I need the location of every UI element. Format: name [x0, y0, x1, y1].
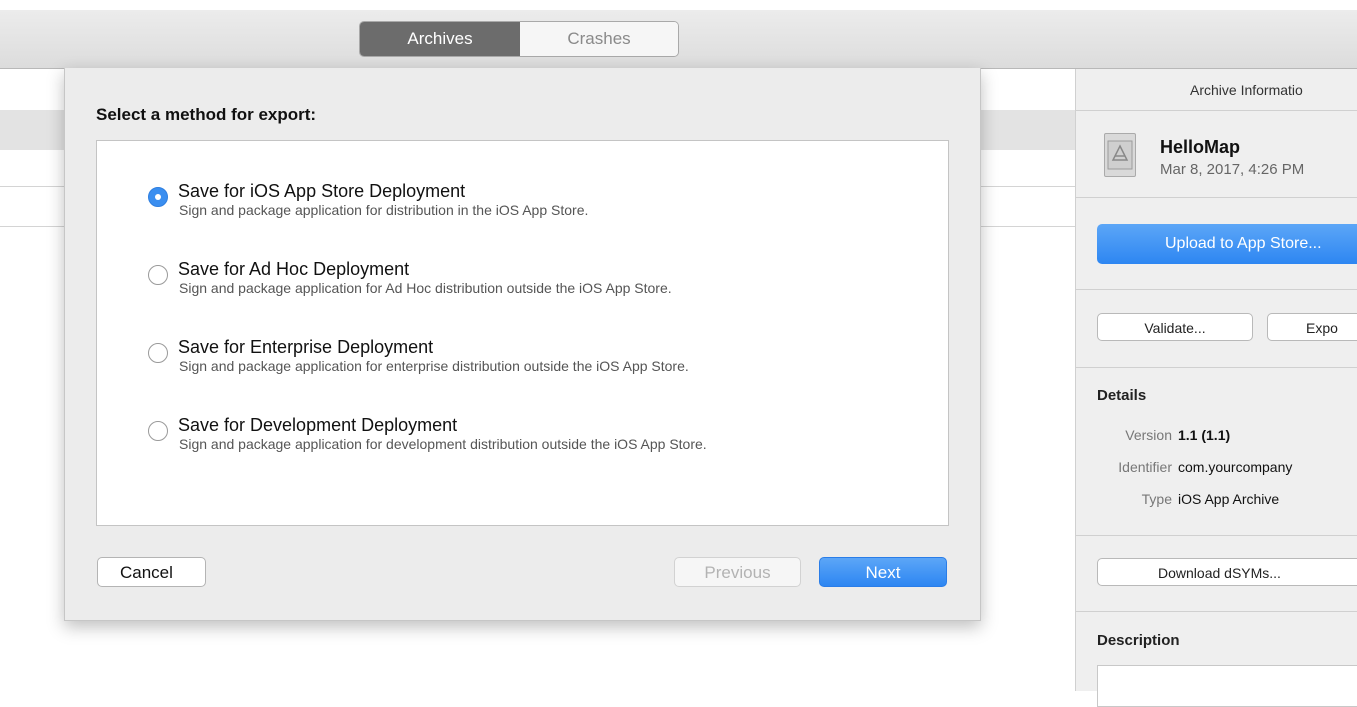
export-button[interactable]: Expo: [1267, 313, 1357, 341]
tab-crashes[interactable]: Crashes: [520, 22, 678, 56]
view-segmented-control: Archives Crashes: [359, 21, 679, 57]
app-name: HelloMap: [1160, 137, 1241, 157]
radio-enterprise[interactable]: [148, 343, 168, 363]
sheet-title: Select a method for export:: [96, 105, 317, 124]
option-description: Sign and package application for Ad Hoc …: [179, 280, 672, 296]
identifier-row: Identifier com.yourcompany: [1022, 459, 1292, 475]
identifier-value: com.yourcompany: [1178, 459, 1293, 475]
cancel-button[interactable]: Cancel: [97, 557, 206, 587]
description-field[interactable]: [1097, 665, 1357, 707]
option-description: Sign and package application for distrib…: [179, 202, 589, 218]
option-label[interactable]: Save for iOS App Store Deployment: [178, 181, 465, 202]
version-row: Version 1.1 (1.1): [1022, 427, 1230, 443]
type-value: iOS App Archive: [1178, 491, 1280, 507]
radio-development[interactable]: [148, 421, 168, 441]
description-heading: Description: [1097, 632, 1180, 649]
export-method-sheet: Select a method for export: Save for iOS…: [64, 68, 981, 621]
radio-app-store[interactable]: [148, 187, 168, 207]
option-description: Sign and package application for enterpr…: [179, 358, 689, 374]
divider: [1076, 289, 1357, 290]
download-dsyms-button[interactable]: Download dSYMs...: [1097, 558, 1357, 586]
divider: [1076, 535, 1357, 536]
type-key: Type: [1141, 491, 1172, 507]
export-options-box: Save for iOS App Store Deployment Sign a…: [96, 140, 949, 526]
radio-ad-hoc[interactable]: [148, 265, 168, 285]
inspector-title: Archive Informatio: [1076, 69, 1357, 111]
archive-date: Mar 8, 2017, 4:26 PM: [1160, 161, 1305, 178]
version-value: 1.1 (1.1): [1178, 427, 1231, 443]
archive-inspector: Archive Informatio HelloMap Mar 8, 2017,…: [1075, 69, 1357, 707]
option-description: Sign and package application for develop…: [179, 436, 707, 452]
previous-button[interactable]: Previous: [674, 557, 801, 587]
identifier-key: Identifier: [1118, 459, 1172, 475]
type-row: Type iOS App Archive: [1022, 491, 1280, 507]
divider: [1076, 197, 1357, 198]
divider: [1076, 611, 1357, 612]
option-label[interactable]: Save for Enterprise Deployment: [178, 337, 433, 358]
divider: [1076, 367, 1357, 368]
option-label[interactable]: Save for Ad Hoc Deployment: [178, 259, 409, 280]
upload-to-app-store-button[interactable]: Upload to App Store...: [1097, 224, 1357, 264]
details-heading: Details: [1097, 387, 1147, 404]
validate-button[interactable]: Validate...: [1097, 313, 1253, 341]
tab-archives[interactable]: Archives: [360, 22, 520, 56]
next-button[interactable]: Next: [819, 557, 947, 587]
archive-icon: [1104, 133, 1136, 177]
option-label[interactable]: Save for Development Deployment: [178, 415, 457, 436]
version-key: Version: [1125, 427, 1172, 443]
toolbar: Archives Crashes: [0, 10, 1357, 69]
